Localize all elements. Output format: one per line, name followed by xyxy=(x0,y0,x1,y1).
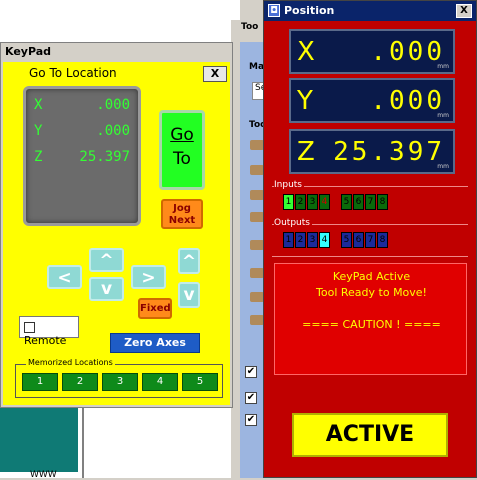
output-indicator: 3 xyxy=(307,232,318,248)
tool-icon[interactable] xyxy=(250,315,264,325)
input-indicator: 3 xyxy=(307,194,318,210)
memorized-locations-group: Memorized Locations 1 2 3 4 5 xyxy=(15,358,223,398)
go-to-label: Go xyxy=(170,125,194,145)
axis-unit: mm xyxy=(437,163,449,170)
tool-icon[interactable] xyxy=(250,292,264,302)
axis-label: Z xyxy=(297,137,315,167)
input-indicator: 4 xyxy=(319,194,330,210)
tool-icon[interactable] xyxy=(250,140,264,150)
dro-row-x: X .000 xyxy=(34,97,130,117)
keypad-window: KeyPad Go To Location X X .000 Y .000 Z … xyxy=(0,42,233,408)
checkbox-checked-icon[interactable]: ✔ xyxy=(245,366,257,378)
zero-axes-button[interactable]: Zero Axes xyxy=(110,333,200,353)
input-indicator: 8 xyxy=(377,194,388,210)
keypad-titlebar[interactable]: KeyPad xyxy=(1,43,232,61)
keypad-header: Go To Location xyxy=(29,66,117,80)
memorized-location-button[interactable]: 5 xyxy=(182,373,218,391)
dro-row-y: Y .000 xyxy=(34,123,130,143)
remote-label: Remote xyxy=(24,334,67,347)
keypad-panel: Go To Location X X .000 Y .000 Z 25.397 … xyxy=(3,62,230,405)
go-to-button[interactable]: Go To xyxy=(159,110,205,190)
output-indicator: 7 xyxy=(365,232,376,248)
position-titlebar[interactable]: ◘ Position X xyxy=(264,1,476,21)
input-indicator: 2 xyxy=(295,194,306,210)
background-panel xyxy=(0,406,78,472)
jog-down-button[interactable]: v xyxy=(89,277,124,301)
keypad-dro-display: X .000 Y .000 Z 25.397 xyxy=(23,86,141,226)
axis-label: Y xyxy=(297,86,313,116)
position-dro-x: X .000 mm xyxy=(289,29,455,74)
memorized-location-button[interactable]: 2 xyxy=(62,373,98,391)
output-indicator: 5 xyxy=(341,232,352,248)
dro-axis-label: Y xyxy=(34,123,43,139)
status-line: KeyPad Active xyxy=(332,270,411,283)
section-divider xyxy=(272,256,468,257)
jog-left-button[interactable]: < xyxy=(47,265,82,289)
position-dro-y: Y .000 mm xyxy=(289,78,455,123)
input-indicator: 6 xyxy=(353,194,364,210)
memorized-locations-label: Memorized Locations xyxy=(26,358,115,367)
position-title: Position xyxy=(284,4,335,17)
remote-checkbox[interactable]: Remote xyxy=(19,316,79,347)
tool-icon[interactable] xyxy=(250,240,264,250)
position-close-button[interactable]: X xyxy=(456,4,472,18)
fixed-button[interactable]: Fixed xyxy=(138,298,172,319)
dro-value: .000 xyxy=(96,97,130,113)
memorized-location-button[interactable]: 4 xyxy=(142,373,178,391)
axis-value: .000 xyxy=(370,86,445,116)
output-indicator: 1 xyxy=(283,232,294,248)
axis-unit: mm xyxy=(437,112,449,119)
dro-axis-label: Z xyxy=(34,149,43,165)
memorized-location-button[interactable]: 3 xyxy=(102,373,138,391)
app-icon: ◘ xyxy=(268,4,280,17)
dro-row-z: Z 25.397 xyxy=(34,149,130,169)
tool-panel-title: Too xyxy=(241,22,259,32)
dro-value: .000 xyxy=(96,123,130,139)
jog-next-label: Next xyxy=(168,215,196,226)
output-indicator: 8 xyxy=(377,232,388,248)
tool-panel-label: Ma xyxy=(249,62,265,72)
status-line: ==== CAUTION ! ==== xyxy=(302,318,441,331)
position-window: ◘ Position X X .000 mm Y .000 mm Z 25.39… xyxy=(263,0,477,478)
tool-icon[interactable] xyxy=(250,212,264,222)
dro-value: 25.397 xyxy=(79,149,130,165)
tool-icon[interactable] xyxy=(250,190,264,200)
axis-value: 25.397 xyxy=(333,137,445,167)
outputs-label: Outputs xyxy=(274,218,312,228)
axis-unit: mm xyxy=(437,63,449,70)
output-indicator: 4 xyxy=(319,232,330,248)
checkbox-icon[interactable] xyxy=(24,322,35,333)
position-dro-z: Z 25.397 mm xyxy=(289,129,455,174)
jog-z-up-button[interactable]: ^ xyxy=(178,248,200,274)
active-button[interactable]: ACTIVE xyxy=(292,413,448,457)
go-to-label: To xyxy=(173,149,191,169)
status-message-box: KeyPad Active Tool Ready to Move! ==== C… xyxy=(274,263,467,375)
input-indicator: 5 xyxy=(341,194,352,210)
checkbox-checked-icon[interactable]: ✔ xyxy=(245,392,257,404)
checkbox-checked-icon[interactable]: ✔ xyxy=(245,414,257,426)
axis-label: X xyxy=(297,37,315,67)
keypad-title: KeyPad xyxy=(5,45,52,58)
jog-up-button[interactable]: ^ xyxy=(89,248,124,272)
tool-icon[interactable] xyxy=(250,268,264,278)
tool-icon[interactable] xyxy=(250,165,264,175)
jog-right-button[interactable]: > xyxy=(131,265,166,289)
jog-next-button[interactable]: Jog Next xyxy=(161,199,203,229)
input-indicator: 1 xyxy=(283,194,294,210)
keypad-close-button[interactable]: X xyxy=(203,66,227,82)
status-line: Tool Ready to Move! xyxy=(316,286,427,299)
axis-value: .000 xyxy=(370,37,445,67)
output-indicator: 2 xyxy=(295,232,306,248)
jog-next-label: Jog xyxy=(173,203,191,214)
jog-z-down-button[interactable]: v xyxy=(178,282,200,308)
background-divider xyxy=(82,406,84,478)
input-indicator: 7 xyxy=(365,194,376,210)
output-indicator: 6 xyxy=(353,232,364,248)
dro-axis-label: X xyxy=(34,97,43,113)
inputs-label: Inputs xyxy=(274,180,304,190)
memorized-location-button[interactable]: 1 xyxy=(22,373,58,391)
background-text: WWW xyxy=(30,470,57,480)
